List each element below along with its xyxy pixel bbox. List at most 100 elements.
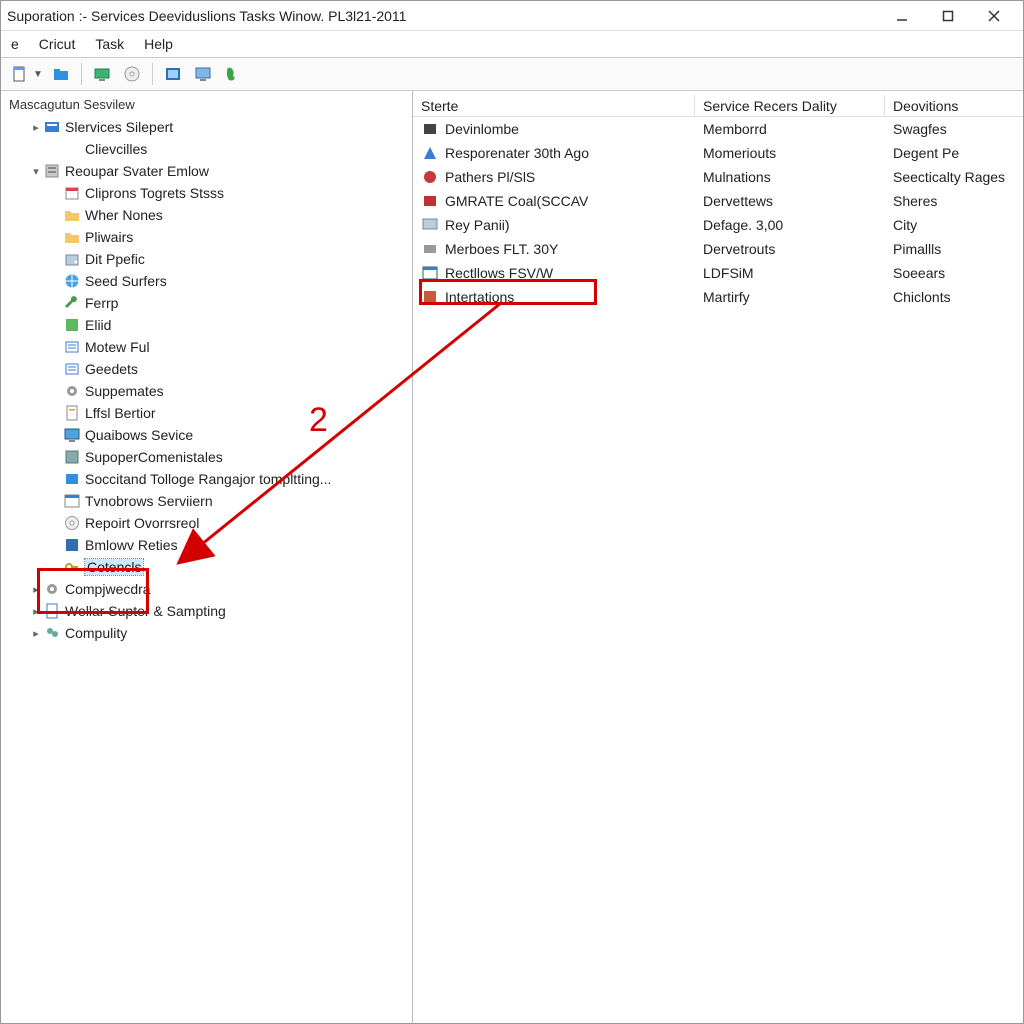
- list-cell-name: GMRATE Coal(SCCAV: [445, 193, 588, 209]
- desktop-icon: [94, 66, 110, 82]
- maximize-button[interactable]: [925, 1, 971, 31]
- toolbar-run-button[interactable]: [221, 62, 245, 86]
- tree-item-label: Compulity: [65, 625, 127, 641]
- tree-item[interactable]: Seed Surfers: [5, 270, 412, 292]
- window-controls: [879, 1, 1017, 31]
- tree-item[interactable]: Tvnobrows Serviiern: [5, 490, 412, 512]
- toolbar-monitor-button[interactable]: [191, 62, 215, 86]
- list-cell: Dervettews: [695, 193, 885, 209]
- tree-item-label: Slervices Silepert: [65, 119, 173, 135]
- list-cell: Momeriouts: [695, 145, 885, 161]
- doc-icon: [63, 404, 81, 422]
- list-row[interactable]: Pathers Pl/SlSMulnationsSeecticalty Rage…: [413, 165, 1023, 189]
- list-cell: City: [885, 217, 1023, 233]
- list-cell: Sheres: [885, 193, 1023, 209]
- tree-item-label: Geedets: [85, 361, 138, 377]
- disk-icon: [63, 250, 81, 268]
- list-row[interactable]: Rey Panii)Defage. 3,00City: [413, 213, 1023, 237]
- annotation-box-tree: [37, 568, 149, 614]
- blue2-icon: [63, 536, 81, 554]
- toolbar-cd-button[interactable]: [120, 62, 144, 86]
- toolbar-picture-button[interactable]: [161, 62, 185, 86]
- list-cell: Degent Pe: [885, 145, 1023, 161]
- green-icon: [63, 316, 81, 334]
- app-window: Suporation :- Services Deeviduslions Tas…: [0, 0, 1024, 1024]
- tree-item-label: Suppemates: [85, 383, 164, 399]
- menu-item[interactable]: Cricut: [39, 36, 76, 52]
- tree-item[interactable]: Quaibows Sevice: [5, 424, 412, 446]
- toolbar-doc-button[interactable]: [7, 62, 31, 86]
- window-icon: [63, 492, 81, 510]
- tree-twist-icon[interactable]: ▾: [29, 165, 43, 178]
- services-icon: [43, 118, 61, 136]
- menu-item[interactable]: Help: [144, 36, 173, 52]
- tree-item[interactable]: ▸ Slervices Silepert: [5, 116, 412, 138]
- list-cell-name: Merboes FLT. 30Y: [445, 241, 558, 257]
- titlebar: Suporation :- Services Deeviduslions Tas…: [1, 1, 1023, 31]
- tree-item-label: Reoupar Svater Emlow: [65, 163, 209, 179]
- list-row[interactable]: GMRATE Coal(SCCAV DervettewsSheres: [413, 189, 1023, 213]
- tree-item-label: Motew Ful: [85, 339, 150, 355]
- run-icon: [225, 66, 241, 82]
- cd-icon: [63, 514, 81, 532]
- tree-item[interactable]: Suppemates: [5, 380, 412, 402]
- cd-icon: [124, 66, 140, 82]
- tree-twist-icon[interactable]: ▸: [29, 627, 43, 640]
- list-row[interactable]: DevinlombeMemborrdSwagfes: [413, 117, 1023, 141]
- list-cell: Dervetrouts: [695, 241, 885, 257]
- window-title: Suporation :- Services Deeviduslions Tas…: [7, 8, 879, 24]
- tree-item[interactable]: Motew Ful: [5, 336, 412, 358]
- close-button[interactable]: [971, 1, 1017, 31]
- tree-item-label: Seed Surfers: [85, 273, 167, 289]
- tree-item[interactable]: Ferrp: [5, 292, 412, 314]
- globe-icon: [63, 272, 81, 290]
- tree-item[interactable]: Cliprons Togrets Stsss: [5, 182, 412, 204]
- column-header[interactable]: Service Recers Dality: [695, 95, 885, 116]
- tree-title: Mascagutun Sesvilew: [5, 95, 412, 116]
- tree-item[interactable]: Dit Ppefic: [5, 248, 412, 270]
- tree-item[interactable]: Wher Nones: [5, 204, 412, 226]
- folder-icon: [53, 66, 69, 82]
- minimize-icon: [896, 10, 908, 22]
- tree-twist-icon[interactable]: ▸: [29, 121, 43, 134]
- tree-item-label: Repoirt Ovorrsreol: [85, 515, 199, 531]
- close-icon: [988, 10, 1000, 22]
- column-header[interactable]: Sterte: [413, 95, 695, 116]
- tree-item[interactable]: SupoperComenistales: [5, 446, 412, 468]
- list-row[interactable]: Merboes FLT. 30Y DervetroutsPimallls: [413, 237, 1023, 261]
- gear-icon: [63, 382, 81, 400]
- tree-item[interactable]: Geedets: [5, 358, 412, 380]
- tree-panel: Mascagutun Sesvilew ▸ Slervices Silepert C…: [1, 91, 413, 1023]
- toolbar-desktop-button[interactable]: [90, 62, 114, 86]
- column-header[interactable]: Deovitions: [885, 95, 1023, 116]
- tree-item-label: Quaibows Sevice: [85, 427, 193, 443]
- list-cell: Swagfes: [885, 121, 1023, 137]
- blank-icon: [63, 140, 81, 158]
- tree-item[interactable]: Clievcilles: [5, 138, 412, 160]
- list-cell: Martirfy: [695, 289, 885, 305]
- folder-icon: [63, 206, 81, 224]
- list-row[interactable]: Resporenater 30th Ago MomerioutsDegent Pe: [413, 141, 1023, 165]
- picture-icon: [165, 66, 181, 82]
- tree-item[interactable]: ▸ Compulity: [5, 622, 412, 644]
- server-icon: [43, 162, 61, 180]
- chevron-down-icon[interactable]: ▼: [33, 69, 43, 80]
- annotation-box-list: [419, 279, 597, 305]
- tree-item[interactable]: Lffsl Bertior: [5, 402, 412, 424]
- toolbar-folder-button[interactable]: [49, 62, 73, 86]
- tree-item[interactable]: Bmlowv Reties: [5, 534, 412, 556]
- tree-item[interactable]: Eliid: [5, 314, 412, 336]
- list-cell-name: Resporenater 30th Ago: [445, 145, 589, 161]
- list-cell: Pimallls: [885, 241, 1023, 257]
- tree-item[interactable]: ▾ Reoupar Svater Emlow: [5, 160, 412, 182]
- folder-icon: [63, 228, 81, 246]
- toolbar-separator: [81, 63, 82, 85]
- list-cell: Chiclonts: [885, 289, 1023, 305]
- menu-item[interactable]: Task: [95, 36, 124, 52]
- tree-item[interactable]: Pliwairs: [5, 226, 412, 248]
- tree-item[interactable]: Soccitand Tolloge Rangajor tompltting...: [5, 468, 412, 490]
- tree-item[interactable]: Repoirt Ovorrsreol: [5, 512, 412, 534]
- tree-item-label: Clievcilles: [85, 141, 147, 157]
- menu-item[interactable]: e: [11, 36, 19, 52]
- minimize-button[interactable]: [879, 1, 925, 31]
